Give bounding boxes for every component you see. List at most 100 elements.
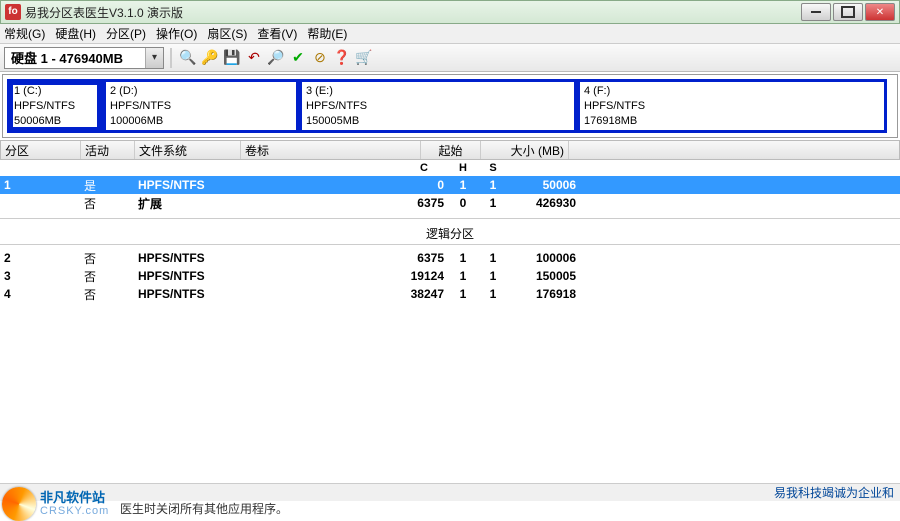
watermark: 非凡软件站 CRSKY.com <box>2 487 109 521</box>
logical-partitions-header: 逻辑分区 <box>0 225 900 242</box>
table-row[interactable]: 3 否HPFS/NTFS1912411150005 <box>0 267 900 285</box>
toolbar-separator <box>170 48 172 68</box>
menu-partition[interactable]: 分区(P) <box>106 25 146 42</box>
cell-s: 1 <box>478 178 508 192</box>
col-size[interactable]: 大小 (MB) <box>481 141 569 159</box>
partition-box[interactable]: 2 (D:)HPFS/NTFS100006MB <box>103 79 299 133</box>
partition-fs: HPFS/NTFS150005MB <box>306 99 570 128</box>
cell-active: 否 <box>80 286 134 303</box>
partition-fs: HPFS/NTFS100006MB <box>110 99 292 128</box>
window-title: 易我分区表医生V3.1.0 演示版 <box>25 4 799 21</box>
col-partition[interactable]: 分区 <box>1 141 81 159</box>
watermark-icon <box>2 487 36 521</box>
cell-h: 0 <box>448 196 478 210</box>
cell-size: 426930 <box>508 196 580 210</box>
cell-size: 50006 <box>508 178 580 192</box>
title-bar: fo 易我分区表医生V3.1.0 演示版 <box>0 0 900 24</box>
partition-box[interactable]: 4 (F:)HPFS/NTFS176918MB <box>577 79 887 133</box>
app-icon: fo <box>5 4 21 20</box>
cell-partition: 2 <box>0 251 80 265</box>
cell-c: 19124 <box>400 269 448 283</box>
cell-active: 是 <box>80 177 134 194</box>
undo-icon[interactable]: ↶ <box>244 48 264 68</box>
cell-partition: 1 <box>0 178 80 192</box>
menu-bar: 常规(G) 硬盘(H) 分区(P) 操作(O) 扇区(S) 查看(V) 帮助(E… <box>0 24 900 44</box>
cell-filesystem: HPFS/NTFS <box>134 178 240 192</box>
search-icon[interactable]: 🔍 <box>178 48 198 68</box>
partition-fs: HPFS/NTFS50006MB <box>14 99 96 128</box>
minimize-button[interactable] <box>801 3 831 21</box>
menu-operate[interactable]: 操作(O) <box>156 25 197 42</box>
disk-selector[interactable]: 硬盘 1 - 476940MB <box>4 47 164 69</box>
sub-c: C <box>400 162 448 174</box>
cell-c: 38247 <box>400 287 448 301</box>
key-icon[interactable]: 🔑 <box>200 48 220 68</box>
window-buttons <box>799 3 895 21</box>
partition-box[interactable]: 3 (E:)HPFS/NTFS150005MB <box>299 79 577 133</box>
cell-filesystem: HPFS/NTFS <box>134 269 240 283</box>
sub-h: H <box>448 162 478 174</box>
cell-size: 176918 <box>508 287 580 301</box>
maximize-button[interactable] <box>833 3 863 21</box>
partition-box[interactable]: 1 (C:)HPFS/NTFS50006MB <box>7 79 103 133</box>
cell-c: 0 <box>400 178 448 192</box>
col-filesystem[interactable]: 文件系统 <box>135 141 241 159</box>
cell-c: 6375 <box>400 196 448 210</box>
menu-sector[interactable]: 扇区(S) <box>207 25 247 42</box>
list-header: 分区 活动 文件系统 卷标 起始 大小 (MB) <box>0 140 900 160</box>
cell-filesystem: HPFS/NTFS <box>134 251 240 265</box>
partition-index: 3 (E:) <box>306 84 570 98</box>
close-button[interactable] <box>865 3 895 21</box>
partition-index: 1 (C:) <box>14 84 96 98</box>
partition-list: C H S 1 是HPFS/NTFS01150006否扩展63750142693… <box>0 160 900 303</box>
table-row[interactable]: 否扩展 637501426930 <box>0 194 900 212</box>
menu-view[interactable]: 查看(V) <box>257 25 297 42</box>
toolbar: 硬盘 1 - 476940MB 🔍🔑💾↶🔎✔⊘❓🛒 <box>0 44 900 72</box>
floppy-icon[interactable]: 💾 <box>222 48 242 68</box>
cell-h: 1 <box>448 287 478 301</box>
cancel-icon[interactable]: ⊘ <box>310 48 330 68</box>
col-start[interactable]: 起始 <box>421 141 481 159</box>
partition-index: 2 (D:) <box>110 84 292 98</box>
table-row[interactable]: 4 否HPFS/NTFS3824711176918 <box>0 285 900 303</box>
cart-icon[interactable]: 🛒 <box>354 48 374 68</box>
watermark-en: CRSKY.com <box>40 505 109 517</box>
sub-s: S <box>478 162 508 174</box>
find-icon[interactable]: 🔎 <box>266 48 286 68</box>
bottom-tip: 医生时关闭所有其他应用程序。 <box>120 500 288 517</box>
cell-s: 1 <box>478 269 508 283</box>
menu-help[interactable]: 帮助(E) <box>307 25 347 42</box>
watermark-cn: 非凡软件站 <box>40 491 109 505</box>
chevron-down-icon[interactable] <box>145 48 163 68</box>
table-row[interactable]: 2 否HPFS/NTFS637511100006 <box>0 249 900 267</box>
disk-map: 1 (C:)HPFS/NTFS50006MB2 (D:)HPFS/NTFS100… <box>2 74 898 138</box>
col-volume[interactable]: 卷标 <box>241 141 421 159</box>
cell-h: 1 <box>448 251 478 265</box>
cell-filesystem: HPFS/NTFS <box>134 287 240 301</box>
status-bar: 易我科技竭诚为企业和 <box>0 483 900 501</box>
cell-s: 1 <box>478 196 508 210</box>
cell-partition: 3 <box>0 269 80 283</box>
cell-partition: 4 <box>0 287 80 301</box>
menu-general[interactable]: 常规(G) <box>4 25 45 42</box>
cell-size: 100006 <box>508 251 580 265</box>
chs-subheader: C H S <box>0 160 900 176</box>
cell-filesystem: 扩展 <box>134 195 240 212</box>
cell-s: 1 <box>478 251 508 265</box>
disk-selector-label: 硬盘 1 - 476940MB <box>5 48 145 67</box>
partition-fs: HPFS/NTFS176918MB <box>584 99 880 128</box>
table-row[interactable]: 1 是HPFS/NTFS01150006 <box>0 176 900 194</box>
cell-h: 1 <box>448 178 478 192</box>
cell-active: 否 <box>80 268 134 285</box>
cell-size: 150005 <box>508 269 580 283</box>
col-active[interactable]: 活动 <box>81 141 135 159</box>
cell-h: 1 <box>448 269 478 283</box>
vendor-link[interactable]: 易我科技竭诚为企业和 <box>774 484 894 501</box>
cell-s: 1 <box>478 287 508 301</box>
partition-index: 4 (F:) <box>584 84 880 98</box>
check-icon[interactable]: ✔ <box>288 48 308 68</box>
help-icon[interactable]: ❓ <box>332 48 352 68</box>
menu-disk[interactable]: 硬盘(H) <box>55 25 96 42</box>
cell-active: 否 <box>80 250 134 267</box>
cell-active: 否 <box>80 195 134 212</box>
